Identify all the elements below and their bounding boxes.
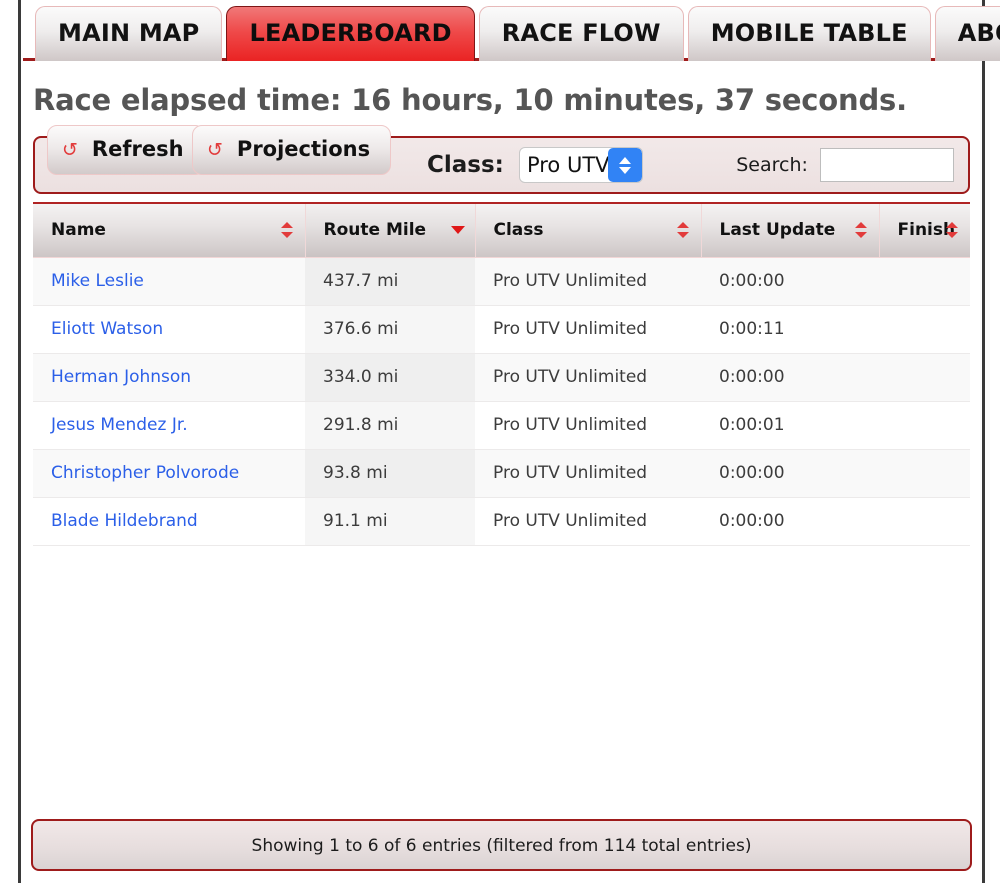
refresh-button[interactable]: ↻ Refresh [47, 125, 205, 175]
racer-name-link[interactable]: Christopher Polvorode [51, 463, 239, 483]
cell-name: Blade Hildebrand [33, 497, 305, 546]
table-row[interactable]: Eliott Watson 376.6 mi Pro UTV Unlimited 0:… [33, 305, 970, 354]
table-header-label: Name [51, 220, 106, 241]
sort-both-icon[interactable] [676, 222, 689, 239]
racer-name-link[interactable]: Herman Johnson [51, 367, 191, 387]
table-header-name[interactable]: Name [33, 202, 306, 258]
table-header-row: Name Route Mile Class Last Update Finish [33, 202, 970, 258]
cell-name: Eliott Watson [33, 305, 305, 354]
tab-about[interactable]: ABOUT [934, 6, 1000, 61]
page-title: Race elapsed time: 16 hours, 10 minutes,… [33, 83, 907, 117]
refresh-circular-arrow-icon: ↻ [207, 139, 223, 161]
table-header-label: Class [493, 220, 544, 241]
class-filter-group: Class: Pro UTV Unlimited [427, 147, 643, 183]
cell-class: Pro UTV Unlimited [475, 353, 701, 402]
refresh-circular-arrow-icon: ↻ [62, 139, 78, 161]
projections-button[interactable]: ↻ Projections [192, 125, 392, 175]
table-header-route-mile[interactable]: Route Mile [305, 202, 476, 258]
table-toolbar: ↻ Refresh ↻ Projections Class: Pro UTV Unl… [33, 125, 970, 194]
page-frame: MAIN MAP LEADERBOARD RACE FLOW MOBILE TABLE… [18, 0, 1000, 883]
cell-class: Pro UTV Unlimited [475, 305, 701, 354]
cell-finish [879, 449, 970, 498]
sort-both-icon[interactable] [280, 222, 293, 239]
search-input[interactable] [820, 148, 954, 182]
cell-name: Herman Johnson [33, 353, 305, 402]
sort-both-icon[interactable] [854, 222, 867, 239]
table-row[interactable]: Mike Leslie 437.7 mi Pro UTV Unlimited 0:00… [33, 257, 970, 306]
table-info-text: Showing 1 to 6 of 6 entries (filtered fr… [251, 836, 752, 856]
cell-class: Pro UTV Unlimited [475, 449, 701, 498]
cell-last-update: 0:00:11 [701, 305, 879, 354]
cell-name: Jesus Mendez Jr. [33, 401, 305, 450]
cell-route-mile: 437.7 mi [305, 257, 475, 306]
table-row[interactable]: Christopher Polvorode 93.8 mi Pro UTV Unli… [33, 449, 970, 498]
table-header-class[interactable]: Class [475, 202, 702, 258]
table-row[interactable]: Blade Hildebrand 91.1 mi Pro UTV Unlimited… [33, 497, 970, 546]
cell-route-mile: 93.8 mi [305, 449, 475, 498]
class-filter-label: Class: [427, 152, 504, 178]
table-row[interactable]: Herman Johnson 334.0 mi Pro UTV Unlimited 0… [33, 353, 970, 402]
search-label: Search: [736, 154, 808, 176]
racer-name-link[interactable]: Blade Hildebrand [51, 511, 198, 531]
cell-last-update: 0:00:00 [701, 353, 879, 402]
cell-class: Pro UTV Unlimited [475, 257, 701, 306]
table-header-label: Route Mile [323, 220, 427, 241]
table-head: Name Route Mile Class Last Update Finish [33, 202, 970, 258]
table-body: Mike Leslie 437.7 mi Pro UTV Unlimited 0:00… [33, 257, 970, 546]
racer-name-link[interactable]: Mike Leslie [51, 271, 144, 291]
racer-name-link[interactable]: Jesus Mendez Jr. [51, 415, 188, 435]
sort-descending-icon[interactable] [450, 222, 465, 238]
tab-main-map[interactable]: MAIN MAP [35, 6, 223, 61]
table-info-footer: Showing 1 to 6 of 6 entries (filtered fr… [31, 819, 972, 871]
cell-name: Christopher Polvorode [33, 449, 305, 498]
table-header-label: Last Update [719, 220, 836, 241]
cell-route-mile: 291.8 mi [305, 401, 475, 450]
cell-finish [879, 401, 970, 450]
cell-last-update: 0:00:01 [701, 401, 879, 450]
cell-finish [879, 497, 970, 546]
tab-race-flow[interactable]: RACE FLOW [478, 6, 684, 61]
cell-last-update: 0:00:00 [701, 257, 879, 306]
cell-finish [879, 353, 970, 402]
cell-finish [879, 257, 970, 306]
cell-route-mile: 376.6 mi [305, 305, 475, 354]
table-row[interactable]: Jesus Mendez Jr. 291.8 mi Pro UTV Unlimite… [33, 401, 970, 450]
cell-class: Pro UTV Unlimited [475, 401, 701, 450]
cell-class: Pro UTV Unlimited [475, 497, 701, 546]
cell-route-mile: 91.1 mi [305, 497, 475, 546]
cell-route-mile: 334.0 mi [305, 353, 475, 402]
projections-button-label: Projections [236, 137, 371, 161]
table-header-last-update[interactable]: Last Update [701, 202, 880, 258]
cell-name: Mike Leslie [33, 257, 305, 306]
search-group: Search: [736, 148, 954, 182]
tab-mobile-table[interactable]: MOBILE TABLE [687, 6, 931, 61]
chevron-up-down-icon[interactable] [607, 148, 642, 182]
tab-leaderboard[interactable]: LEADERBOARD [226, 6, 475, 61]
racer-name-link[interactable]: Eliott Watson [51, 319, 163, 339]
table-header-finish[interactable]: Finish [879, 202, 970, 258]
refresh-button-label: Refresh [91, 137, 184, 161]
leaderboard-table: Name Route Mile Class Last Update Finish Mik… [33, 202, 970, 546]
sort-both-icon[interactable] [946, 222, 958, 239]
cell-last-update: 0:00:00 [701, 449, 879, 498]
cell-finish [879, 305, 970, 354]
main-tab-bar: MAIN MAP LEADERBOARD RACE FLOW MOBILE TABLE… [23, 0, 1000, 61]
cell-last-update: 0:00:00 [701, 497, 879, 546]
class-filter-select[interactable]: Pro UTV Unlimited [518, 147, 643, 183]
